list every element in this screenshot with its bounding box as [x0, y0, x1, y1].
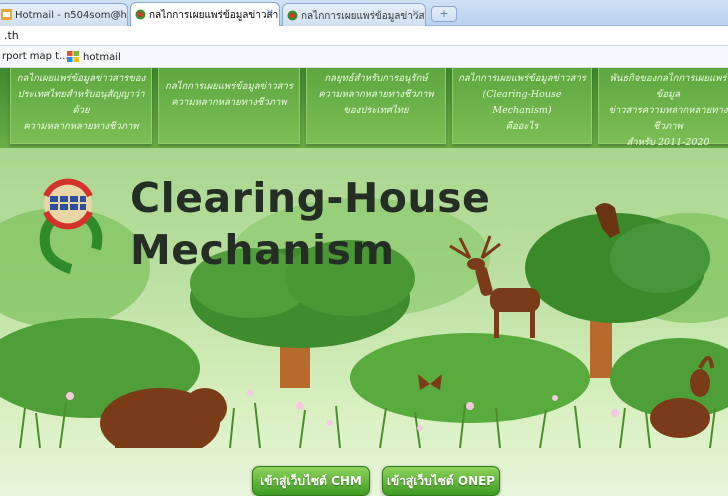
nav-item-strategy[interactable]: กลยุทธ์สำหรับการอนุรักษ์ ความหลากหลายทาง… — [306, 68, 446, 144]
nav-item-thai-chm-cbd[interactable]: กลไกเผยแพร่ข้อมูลข่าวสารของ ประเทศไทยสำห… — [10, 68, 152, 144]
nav-line: ของประเทศไทย — [343, 105, 409, 116]
nav-line: ข่าวสารความหลากหลายทางชีวภาพ — [608, 105, 728, 132]
hero-title-line-1: Clearing-House — [130, 174, 491, 222]
tab-hotmail[interactable]: Hotmail - n504som@hotmail.co ✕ — [0, 3, 128, 26]
nav-line: คืออะไร — [505, 121, 539, 132]
tab-label: กลไกการเผยแพร่ข้อมูลข่าวสาร — [149, 10, 280, 21]
nav-line: ประเทศไทยสำหรับอนุสัญญาว่าด้วย — [17, 89, 145, 116]
nav-line: กลไกเผยแพร่ข้อมูลข่าวสารของ — [16, 73, 146, 84]
nav-line: กลไกการเผยแพร่ข้อมูลข่าวสาร — [165, 81, 293, 92]
new-tab-icon[interactable]: + — [431, 6, 457, 22]
tab-strip: Hotmail - n504som@hotmail.co ✕ กลไกการเผ… — [0, 0, 728, 27]
bookmark-label: hotmail — [83, 52, 121, 63]
chm-logo-icon — [39, 178, 103, 274]
nav-line: กลยุทธ์สำหรับการอนุรักษ์ — [324, 73, 428, 84]
nav-line: ความหลากหลายทางชีวภาพ — [171, 97, 287, 108]
tab-label: Hotmail - n504som@hotmail.co — [15, 10, 127, 21]
nav-line: ความหลากหลายทางชีวภาพ — [23, 121, 139, 132]
nav-item-mission-2011-2020[interactable]: พันธกิจของกลไกการเผยแพร่ข้อมูล ข่าวสารคว… — [598, 68, 728, 148]
tab-label: กลไกการเผยแพร่ข้อมูลข่าวสาร — [301, 11, 426, 22]
bookmarks-bar: rport map t... hotmail — [0, 46, 728, 68]
hero-title: Clearing-House Mechanism — [130, 172, 490, 276]
site-favicon — [287, 10, 298, 21]
enter-chm-site-button[interactable]: เข้าสู่เว็บไซต์ CHM — [252, 466, 370, 496]
top-navigation: กลไกเผยแพร่ข้อมูลข่าวสารของ ประเทศไทยสำห… — [0, 68, 728, 148]
site-favicon — [135, 9, 146, 20]
address-bar[interactable]: .th — [0, 26, 728, 46]
close-icon[interactable]: ✕ — [266, 8, 274, 19]
bookmark-hotmail[interactable]: hotmail — [66, 51, 121, 63]
nav-line: ความหลากหลายทางชีวภาพ — [318, 89, 434, 100]
url-text[interactable]: .th — [4, 29, 19, 42]
tab-chm-active[interactable]: กลไกการเผยแพร่ข้อมูลข่าวสาร ✕ — [130, 2, 280, 27]
tab-chm-second[interactable]: กลไกการเผยแพร่ข้อมูลข่าวสาร ✕ — [282, 3, 426, 26]
nav-item-what-is-chm[interactable]: กลไกการเผยแพร่ข้อมูลข่าวสาร (Clearing-Ho… — [452, 68, 592, 144]
web-page: กลไกเผยแพร่ข้อมูลข่าวสารของ ประเทศไทยสำห… — [0, 68, 728, 496]
enter-onep-site-button[interactable]: เข้าสู่เว็บไซต์ ONEP — [382, 466, 500, 496]
nav-line: พันธกิจของกลไกการเผยแพร่ข้อมูล — [609, 73, 727, 100]
hotmail-favicon — [1, 9, 12, 20]
nav-line: (Clearing-House Mechanism) — [482, 89, 562, 116]
bookmark-label: rport map t... — [2, 51, 69, 62]
nav-line: กลไกการเผยแพร่ข้อมูลข่าวสาร — [458, 73, 586, 84]
windows-flag-icon — [67, 51, 79, 62]
nav-line: สำหรับ 2011-2020 — [626, 137, 710, 148]
close-icon[interactable]: ✕ — [114, 9, 122, 20]
hero-title-line-2: Mechanism — [130, 226, 395, 274]
bookmark-airport-map[interactable]: rport map t... — [2, 51, 69, 62]
close-icon[interactable]: ✕ — [412, 9, 420, 20]
nav-item-chm-biodiversity[interactable]: กลไกการเผยแพร่ข้อมูลข่าวสาร ความหลากหลาย… — [158, 68, 300, 144]
